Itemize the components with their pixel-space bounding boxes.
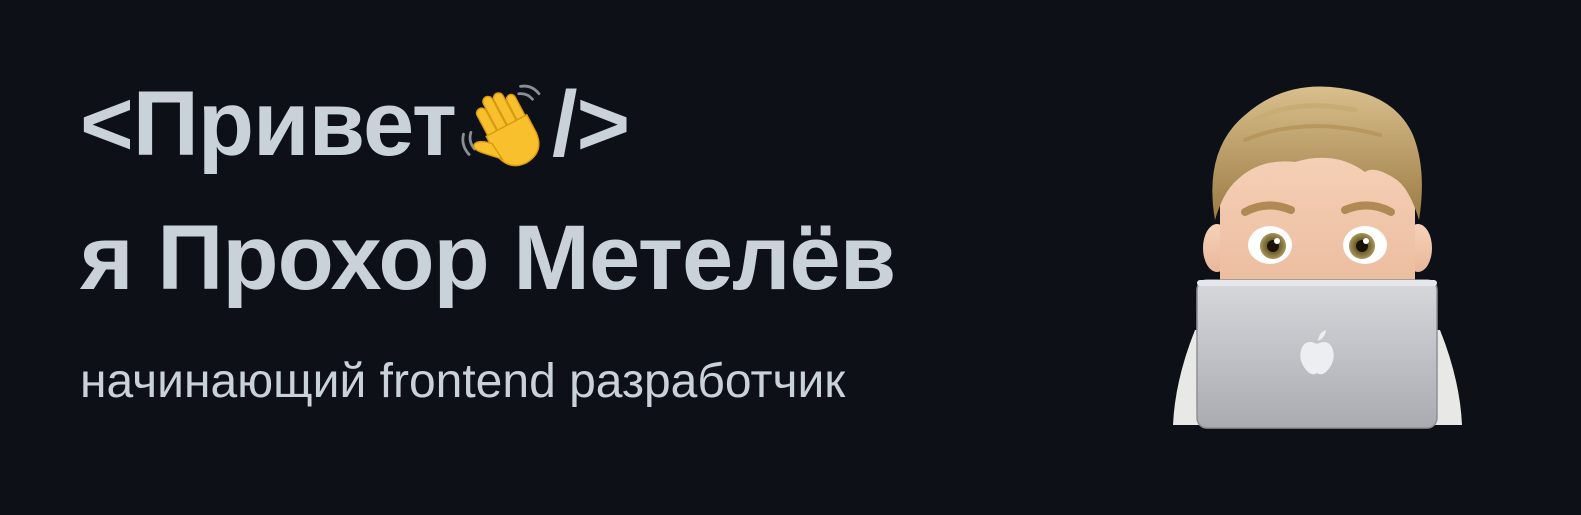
name-heading: я Прохор Метелёв	[80, 207, 896, 309]
waving-hand-icon	[461, 84, 541, 167]
greeting-heading: <Привет />	[80, 78, 630, 171]
greeting-open-text: <Привет	[80, 73, 457, 175]
role-subtitle: начинающий frontend разработчик	[80, 355, 846, 408]
memoji-laptop-avatar	[1173, 86, 1462, 429]
banner: <Привет /> я Прохор Метелёв начинающий f…	[0, 0, 1581, 515]
greeting-close-text: />	[551, 73, 630, 175]
